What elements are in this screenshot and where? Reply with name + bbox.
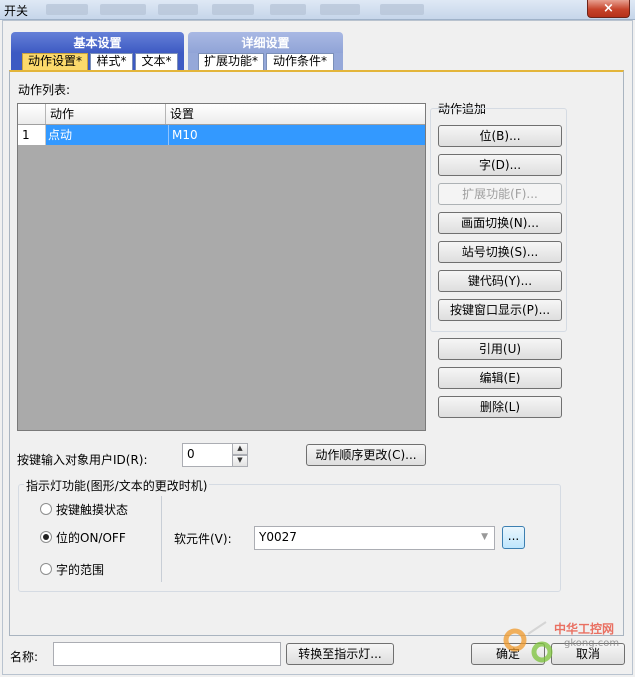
grid-header: 动作 设置 <box>18 104 425 125</box>
action-grid[interactable] <box>17 103 426 431</box>
key-code-button[interactable]: 键代码(Y)... <box>438 270 562 292</box>
indicator-label: 指示灯功能(图形/文本的更改时机) <box>24 477 210 494</box>
menu-placeholder <box>380 4 424 15</box>
table-row[interactable]: 1 点动 M10 <box>18 125 425 145</box>
change-order-button[interactable]: 动作顺序更改(C)... <box>306 444 426 466</box>
row-number: 1 <box>18 125 46 145</box>
reference-button[interactable]: 引用(U) <box>438 338 562 360</box>
ok-button[interactable]: 确定 <box>471 643 545 665</box>
tab-text[interactable]: 文本* <box>135 53 178 70</box>
device-label: 软元件(V): <box>174 532 232 546</box>
device-value: Y0027 <box>259 530 297 544</box>
cell-setting: M10 <box>168 125 198 145</box>
header-setting[interactable]: 设置 <box>166 104 425 124</box>
close-icon: × <box>603 1 614 16</box>
tab-action-settings[interactable]: 动作设置* <box>22 53 88 70</box>
menu-placeholder <box>212 4 254 15</box>
tab-style[interactable]: 样式* <box>90 53 133 70</box>
user-id-input[interactable]: 0 <box>182 443 232 467</box>
header-action[interactable]: 动作 <box>46 104 166 124</box>
close-button[interactable]: × <box>587 0 630 18</box>
word-button[interactable]: 字(D)... <box>438 154 562 176</box>
menu-placeholder <box>320 4 360 15</box>
menu-placeholder <box>46 4 88 15</box>
menu-placeholder <box>158 4 198 15</box>
group-tab-detail[interactable]: 详细设置 <box>188 32 343 54</box>
station-switch-button[interactable]: 站号切换(S)... <box>438 241 562 263</box>
bit-button[interactable]: 位(B)... <box>438 125 562 147</box>
extended-function-button[interactable]: 扩展功能(F)... <box>438 183 562 205</box>
radio-bit-onoff-label: 位的ON/OFF <box>56 531 126 545</box>
radio-word-range-label: 字的范围 <box>56 563 105 577</box>
tab-conditions[interactable]: 动作条件* <box>266 53 334 70</box>
radio-word-range[interactable] <box>40 563 52 575</box>
spin-up-icon[interactable]: ▲ <box>232 443 248 455</box>
window-title: 开关 <box>4 4 29 18</box>
spin-down-icon[interactable]: ▼ <box>232 455 248 467</box>
convert-to-indicator-button[interactable]: 转换至指示灯... <box>286 643 394 665</box>
radio-touch-state[interactable] <box>40 503 52 515</box>
indicator-divider <box>161 496 162 582</box>
menu-placeholder <box>270 4 306 15</box>
name-label: 名称: <box>10 650 39 664</box>
screen-switch-button[interactable]: 画面切换(N)... <box>438 212 562 234</box>
device-combo[interactable]: Y0027 ▼ <box>254 526 495 550</box>
user-id-label: 按键输入对象用户ID(R): <box>17 453 148 467</box>
device-browse-button[interactable]: ... <box>502 526 525 549</box>
radio-bit-onoff[interactable] <box>40 531 52 543</box>
cancel-button[interactable]: 取消 <box>551 643 625 665</box>
chevron-down-icon: ▼ <box>481 532 488 542</box>
key-window-display-button[interactable]: 按键窗口显示(P)... <box>438 299 562 321</box>
tab-extended[interactable]: 扩展功能* <box>198 53 264 70</box>
title-bar <box>0 0 635 20</box>
delete-button[interactable]: 删除(L) <box>438 396 562 418</box>
menu-placeholder <box>100 4 146 15</box>
header-row-num <box>18 104 46 124</box>
radio-touch-state-label: 按键触摸状态 <box>56 503 129 517</box>
edit-button[interactable]: 编辑(E) <box>438 367 562 389</box>
cell-action: 点动 <box>48 128 73 142</box>
group-tab-basic[interactable]: 基本设置 <box>11 32 184 54</box>
row-selection[interactable]: 点动 M10 <box>46 125 425 145</box>
name-input[interactable] <box>53 642 281 666</box>
action-list-label: 动作列表: <box>18 83 71 97</box>
